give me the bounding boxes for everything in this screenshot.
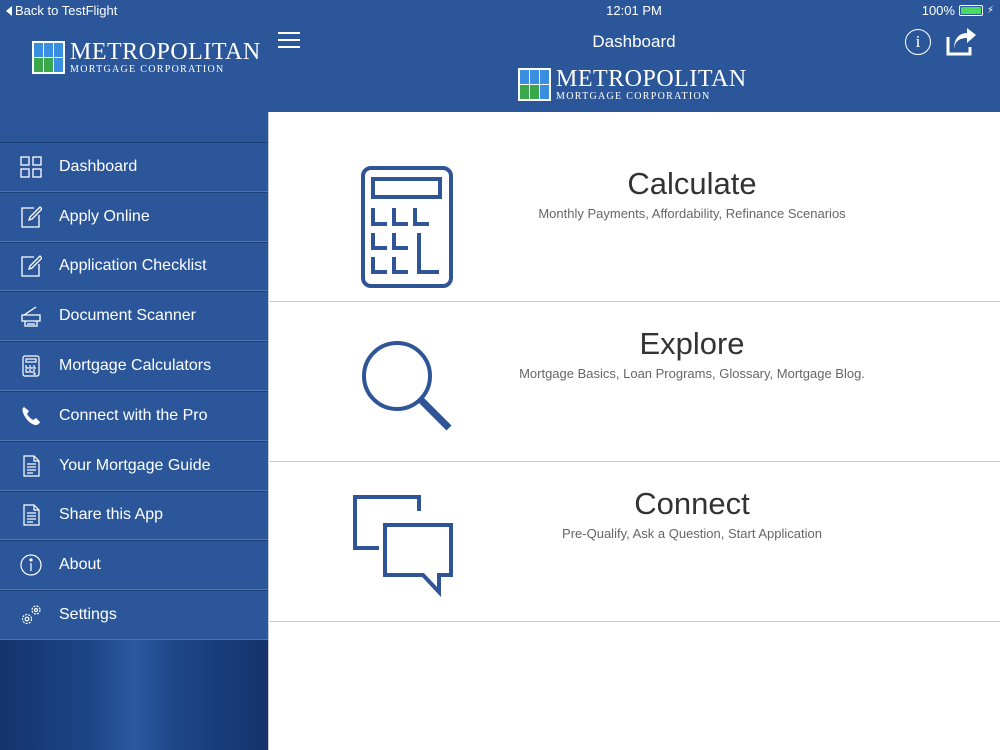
sidebar-item-application-checklist[interactable]: Application Checklist	[0, 241, 268, 292]
status-time: 12:01 PM	[606, 3, 662, 18]
phone-icon	[19, 404, 43, 428]
sidebar: Back to TestFlight METROPOLITAN MORTGAGE…	[0, 0, 268, 750]
explore-card[interactable]: Explore Mortgage Basics, Loan Programs, …	[269, 302, 1000, 462]
back-label: Back to TestFlight	[15, 3, 118, 18]
document-icon	[19, 503, 43, 527]
charging-icon: ⚡	[986, 5, 994, 16]
battery-icon	[958, 5, 983, 16]
sidebar-item-mortgage-calculators[interactable]: Mortgage Calculators	[0, 341, 268, 391]
calculate-card[interactable]: Calculate Monthly Payments, Affordabilit…	[269, 112, 1000, 302]
share-icon	[946, 28, 976, 56]
sidebar-item-label: Connect with the Pro	[59, 406, 208, 424]
back-arrow-icon	[6, 5, 12, 16]
card-title: Connect	[634, 486, 750, 521]
battery-percent: 100%	[921, 3, 955, 18]
top-nav-bar: 12:01 PM 100% ⚡ Dashboard i METROPOLITAN…	[268, 0, 1000, 112]
back-to-testflight-link[interactable]: Back to TestFlight	[6, 3, 117, 18]
brand-sub: MORTGAGE CORPORATION	[70, 64, 225, 75]
sidebar-item-settings[interactable]: Settings	[0, 590, 268, 640]
info-icon	[19, 553, 43, 577]
brand-name: METROPOLITAN	[70, 39, 261, 65]
sidebar-header: Back to TestFlight METROPOLITAN MORTGAGE…	[0, 0, 268, 142]
calculator-icon	[19, 354, 43, 378]
sidebar-item-document-scanner[interactable]: Document Scanner	[0, 291, 268, 342]
sidebar-item-dashboard[interactable]: Dashboard	[0, 142, 268, 192]
sidebar-item-label: Mortgage Calculators	[59, 357, 212, 375]
sidebar-item-label: About	[59, 556, 101, 574]
sidebar-item-label: Settings	[59, 606, 117, 624]
card-subtitle: Pre-Qualify, Ask a Question, Start Appli…	[562, 526, 822, 541]
connect-card[interactable]: Connect Pre-Qualify, Ask a Question, Sta…	[269, 462, 1000, 622]
gear-icon	[19, 603, 43, 627]
document-icon	[19, 454, 43, 478]
sidebar-item-share-this-app[interactable]: Share this App	[0, 490, 268, 541]
share-button[interactable]	[945, 27, 977, 57]
dashboard-content: Calculate Monthly Payments, Affordabilit…	[268, 112, 1000, 750]
brand-sub: MORTGAGE CORPORATION	[556, 91, 711, 102]
logo-mark-icon	[518, 68, 551, 101]
sidebar-item-label: Your Mortgage Guide	[59, 456, 211, 474]
sidebar-item-connect-with-the-pro[interactable]: Connect with the Pro	[0, 390, 268, 441]
info-button[interactable]: i	[905, 29, 931, 55]
edit-icon	[19, 254, 43, 278]
logo-mark-icon	[32, 41, 65, 74]
card-subtitle: Monthly Payments, Affordability, Refinan…	[538, 206, 846, 221]
sidebar-item-label: Share this App	[59, 506, 164, 524]
sidebar-item-label: Dashboard	[59, 157, 138, 175]
header-logo: METROPOLITAN MORTGAGE CORPORATION	[518, 67, 747, 102]
scanner-icon	[19, 304, 43, 328]
card-subtitle: Mortgage Basics, Loan Programs, Glossary…	[519, 366, 865, 381]
card-title: Calculate	[627, 166, 757, 201]
status-battery: 100% ⚡	[922, 3, 994, 18]
card-title: Explore	[639, 326, 745, 361]
page-title: Dashboard	[592, 32, 676, 51]
sidebar-item-label: Apply Online	[59, 207, 150, 225]
sidebar-item-label: Application Checklist	[59, 257, 207, 275]
sidebar-menu: Dashboard Apply Online Application Check…	[0, 142, 268, 640]
sidebar-item-about[interactable]: About	[0, 540, 268, 591]
edit-icon	[19, 205, 43, 229]
sidebar-item-your-mortgage-guide[interactable]: Your Mortgage Guide	[0, 440, 268, 491]
grid-icon	[19, 155, 43, 179]
sidebar-logo: METROPOLITAN MORTGAGE CORPORATION	[32, 40, 261, 75]
brand-name: METROPOLITAN	[556, 66, 747, 92]
sidebar-item-apply-online[interactable]: Apply Online	[0, 191, 268, 242]
sidebar-item-label: Document Scanner	[59, 307, 196, 325]
